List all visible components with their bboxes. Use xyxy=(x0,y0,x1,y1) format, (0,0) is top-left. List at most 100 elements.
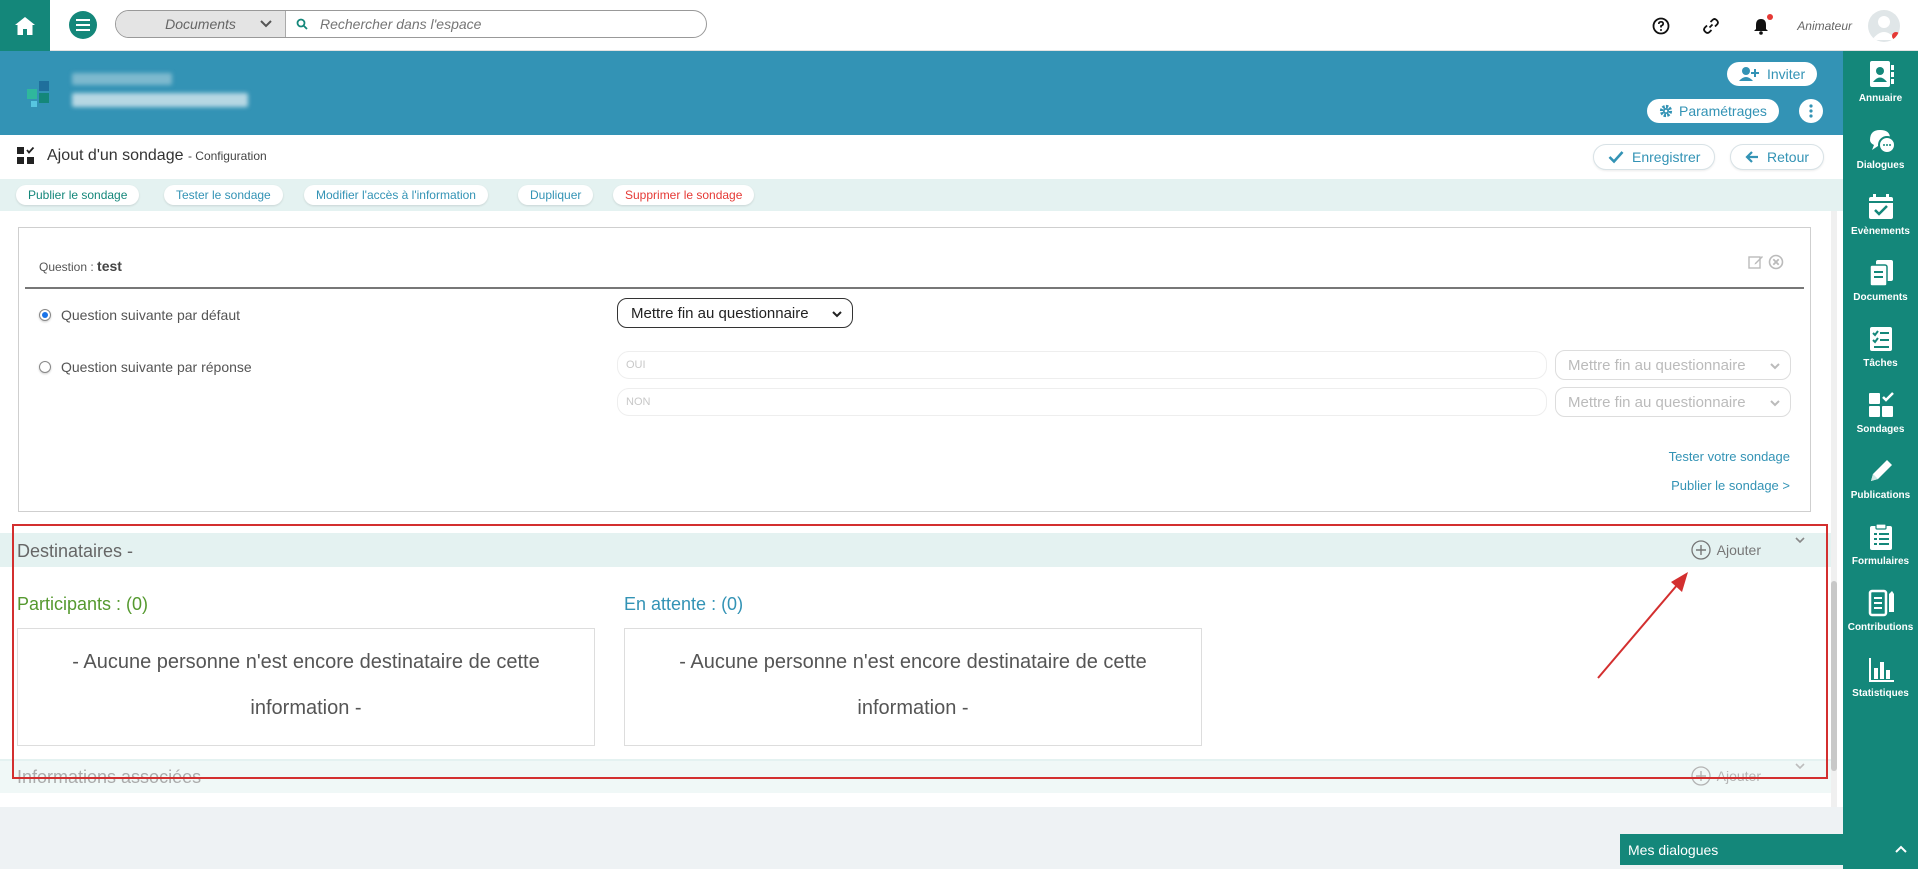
sidebar-item-label: Documents xyxy=(1853,292,1908,303)
save-label: Enregistrer xyxy=(1632,149,1701,165)
edit-access-button[interactable]: Modifier l'accès à l'information xyxy=(304,185,488,205)
poll-grid-icon xyxy=(1868,392,1894,417)
participants-empty-state: - Aucune personne n'est encore destinata… xyxy=(17,628,595,746)
gear-icon xyxy=(1659,104,1673,118)
documents-icon xyxy=(1868,260,1893,287)
top-right-tools: Animateur xyxy=(1623,0,1918,51)
home-icon xyxy=(15,16,35,35)
edit-icon xyxy=(1748,256,1763,269)
main-content: Question : test Question suivante par dé… xyxy=(0,211,1843,807)
by-answer-label: Question suivante par réponse xyxy=(61,359,252,375)
contact-book-icon xyxy=(1869,61,1894,87)
help-icon xyxy=(1652,17,1670,34)
more-options-button[interactable] xyxy=(1799,99,1823,123)
vertical-dots-icon xyxy=(1809,104,1813,118)
add-recipients-button[interactable]: Ajouter xyxy=(1690,540,1761,560)
sidebar-item-documents[interactable]: Documents xyxy=(1843,250,1918,316)
default-next-radio[interactable] xyxy=(39,309,51,321)
answer-field-1: OUI xyxy=(617,351,1547,379)
question-label: Question : xyxy=(39,260,94,274)
sidebar-item-label: Annuaire xyxy=(1858,93,1903,104)
empty-message-line2: information - xyxy=(857,697,969,719)
default-next-value: Mettre fin au questionnaire xyxy=(631,304,809,322)
default-next-select[interactable]: Mettre fin au questionnaire xyxy=(617,298,853,328)
sidebar-item-evenements[interactable]: Evènements xyxy=(1843,184,1918,250)
by-answer-option[interactable]: Question suivante par réponse xyxy=(39,359,252,375)
back-button[interactable]: Retour xyxy=(1730,144,1825,170)
action-bar: Publier le sondage Tester le sondage Mod… xyxy=(0,179,1843,211)
pending-title: En attente : (0) xyxy=(624,594,744,614)
question-heading: Question : test xyxy=(39,258,122,274)
search-input[interactable] xyxy=(320,16,700,32)
add-recipients-label: Ajouter xyxy=(1716,542,1761,558)
main-menu-button[interactable] xyxy=(69,11,97,39)
pending-empty-state: - Aucune personne n'est encore destinata… xyxy=(624,628,1202,746)
question-name: test xyxy=(97,258,122,274)
my-dialogs-bar[interactable]: Mes dialogues xyxy=(1620,834,1918,865)
test-poll-link[interactable]: Tester votre sondage xyxy=(1669,449,1790,464)
notifications-button[interactable] xyxy=(1749,13,1774,38)
publish-poll-link[interactable]: Publier le sondage > xyxy=(1671,478,1790,493)
default-next-option[interactable]: Question suivante par défaut xyxy=(39,307,240,323)
delete-question-button[interactable] xyxy=(1768,254,1784,273)
page-subtitle: - Configuration xyxy=(187,149,267,163)
answer-text: NON xyxy=(626,396,651,408)
link-button[interactable] xyxy=(1699,14,1723,38)
recipients-title: Destinataires - xyxy=(17,541,134,561)
status-dot xyxy=(1892,31,1900,40)
content-fade-overlay xyxy=(0,761,1831,807)
publish-poll-button[interactable]: Publier le sondage xyxy=(16,185,140,205)
save-button[interactable]: Enregistrer xyxy=(1593,144,1716,170)
question-card: Question : test Question suivante par dé… xyxy=(18,227,1811,512)
sidebar-item-publications[interactable]: Publications xyxy=(1843,448,1918,514)
chevron-down-icon xyxy=(1770,363,1780,370)
duplicate-button[interactable]: Dupliquer xyxy=(518,185,594,205)
test-poll-button[interactable]: Tester le sondage xyxy=(164,185,283,205)
space-description-blurred xyxy=(72,93,248,107)
edit-access-label: Modifier l'accès à l'information xyxy=(316,188,476,202)
my-dialogs-label: Mes dialogues xyxy=(1628,841,1719,858)
top-bar: Documents Animateur xyxy=(0,0,1918,51)
sidebar-item-annuaire[interactable]: Annuaire xyxy=(1843,51,1918,117)
page-title-row: Ajout d'un sondage - Configuration Enreg… xyxy=(0,135,1843,179)
space-header: Inviter Paramétrages xyxy=(0,51,1843,135)
empty-message-line1: - Aucune personne n'est encore destinata… xyxy=(679,651,1147,673)
chat-bubbles-icon xyxy=(1869,130,1896,154)
right-sidebar: Annuaire Dialogues Evènements Documents … xyxy=(1843,51,1918,869)
invite-button[interactable]: Inviter xyxy=(1727,62,1818,86)
sidebar-item-sondages[interactable]: Sondages xyxy=(1843,382,1918,448)
settings-button[interactable]: Paramétrages xyxy=(1647,99,1779,123)
sidebar-item-taches[interactable]: Tâches xyxy=(1843,316,1918,382)
home-button[interactable] xyxy=(0,0,50,51)
back-label: Retour xyxy=(1767,149,1810,165)
space-name-blurred xyxy=(72,73,172,85)
sidebar-item-statistiques[interactable]: Statistiques xyxy=(1843,646,1918,712)
chevron-down-icon xyxy=(832,311,842,318)
participants-title: Participants : (0) xyxy=(17,594,149,614)
chevron-down-icon xyxy=(260,20,272,28)
sidebar-item-contributions[interactable]: Contributions xyxy=(1843,580,1918,646)
edit-question-button[interactable] xyxy=(1748,254,1764,273)
search-bar: Documents xyxy=(115,10,707,38)
sidebar-item-formulaires[interactable]: Formulaires xyxy=(1843,514,1918,580)
avatar[interactable] xyxy=(1868,9,1900,42)
sidebar-item-label: Formulaires xyxy=(1851,556,1910,567)
search-scope-select[interactable]: Documents xyxy=(116,11,286,37)
settings-label: Paramétrages xyxy=(1679,103,1767,119)
chevron-up-icon xyxy=(1895,845,1907,853)
contribution-icon xyxy=(1868,589,1894,617)
invite-label: Inviter xyxy=(1767,66,1806,82)
add-user-icon xyxy=(1739,67,1759,81)
by-answer-radio[interactable] xyxy=(39,361,51,373)
sidebar-item-dialogues[interactable]: Dialogues xyxy=(1843,118,1918,184)
search-icon xyxy=(296,18,308,30)
sidebar-item-label: Tâches xyxy=(1863,358,1898,369)
empty-message-line2: information - xyxy=(250,697,362,719)
help-button[interactable] xyxy=(1649,14,1673,38)
answer-next-value: Mettre fin au questionnaire xyxy=(1568,393,1746,411)
test-poll-label: Tester le sondage xyxy=(176,188,271,202)
plus-circle-icon xyxy=(1690,540,1711,560)
scrollbar-thumb[interactable] xyxy=(1831,581,1837,771)
delete-poll-button[interactable]: Supprimer le sondage xyxy=(613,185,755,205)
chevron-down-icon[interactable] xyxy=(1794,535,1806,545)
